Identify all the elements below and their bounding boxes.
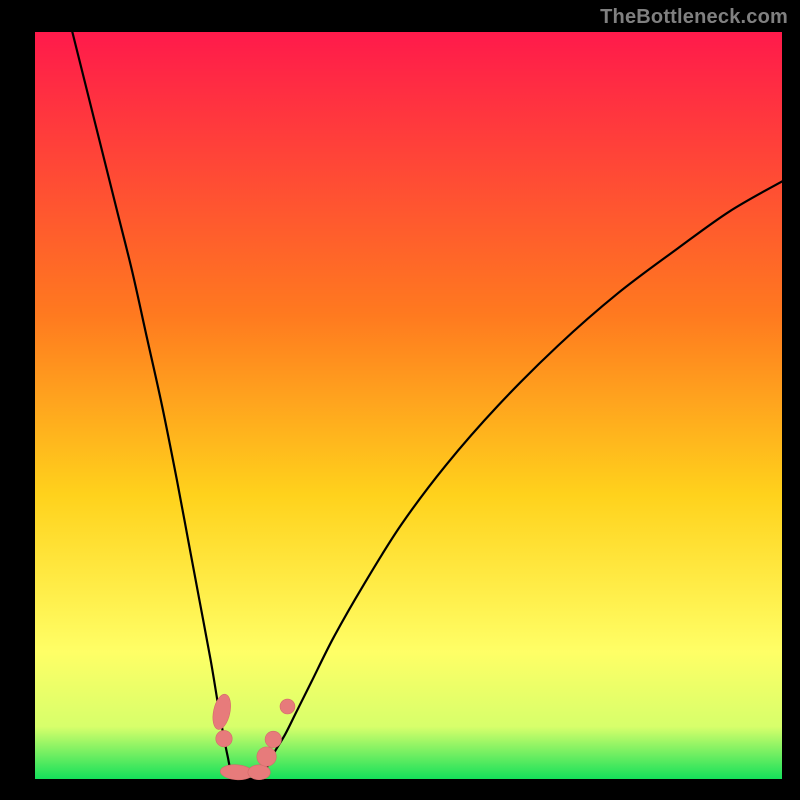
data-marker: [265, 731, 281, 747]
data-marker: [280, 699, 295, 714]
data-marker: [216, 730, 232, 746]
bottleneck-chart: [0, 0, 800, 800]
data-marker: [248, 765, 270, 780]
data-marker: [257, 747, 276, 766]
chart-frame: { "watermark": "TheBottleneck.com", "col…: [0, 0, 800, 800]
plot-background: [35, 32, 782, 779]
watermark-text: TheBottleneck.com: [600, 6, 788, 29]
